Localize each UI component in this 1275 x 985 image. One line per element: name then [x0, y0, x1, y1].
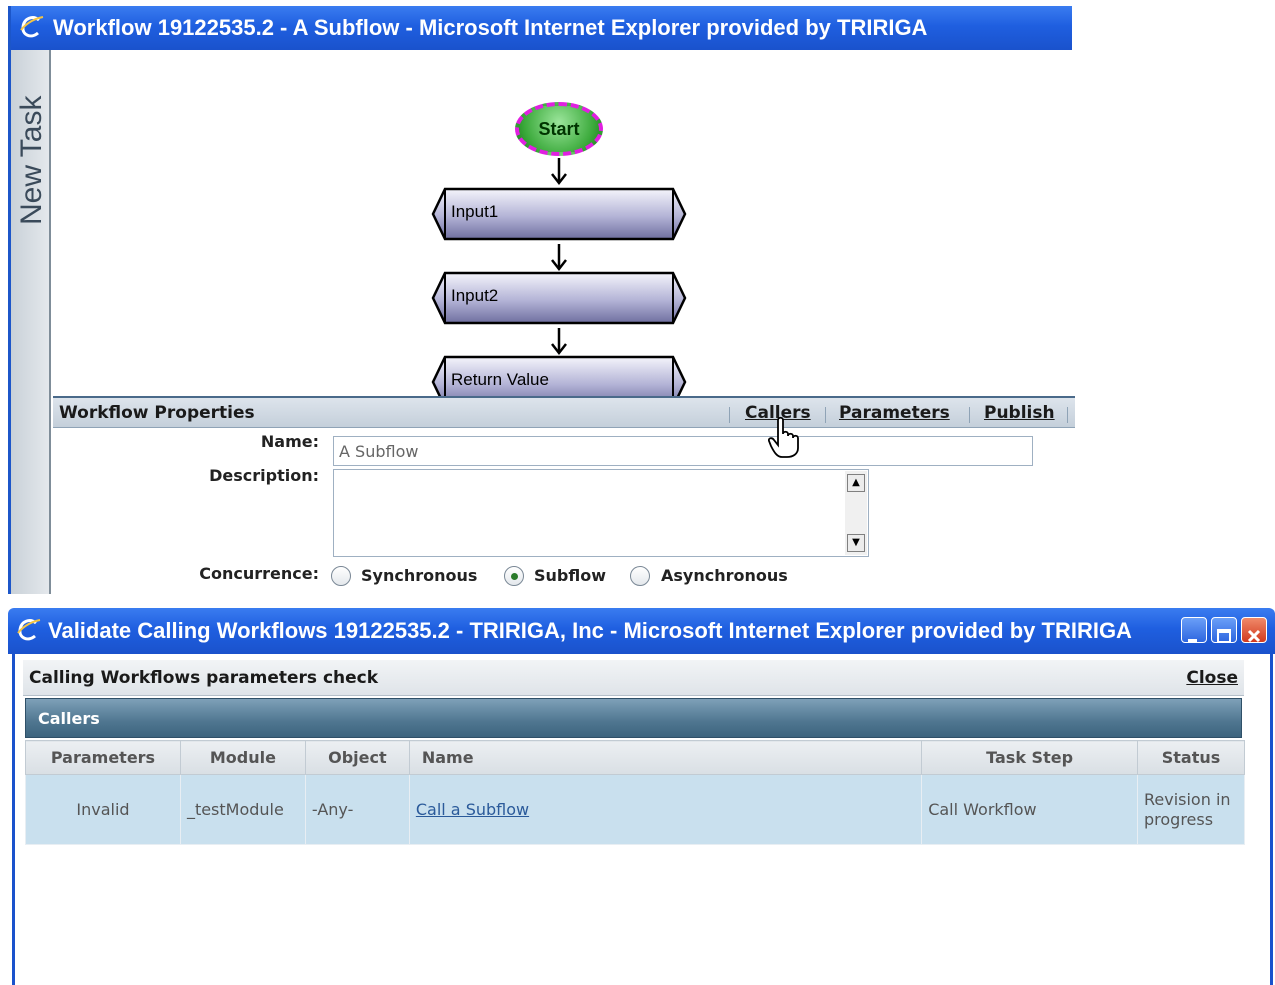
arrow-down-icon — [551, 328, 567, 356]
arrow-down-icon — [551, 158, 567, 186]
description-scrollbar[interactable]: ▲ ▼ — [845, 471, 867, 555]
link-separator — [969, 407, 970, 423]
asynchronous-radio[interactable] — [630, 566, 650, 586]
column-header-object[interactable]: Object — [304, 740, 410, 775]
cell-status: Revision in progress — [1136, 774, 1246, 845]
workflow-window: Workflow 19122535.2 - A Subflow - Micros… — [8, 6, 1075, 594]
callers-section-bar: Callers — [25, 698, 1242, 738]
column-header-module[interactable]: Module — [179, 740, 306, 775]
parameters-link[interactable]: Parameters — [839, 403, 950, 423]
validate-window-titlebar[interactable]: Validate Calling Workflows 19122535.2 - … — [8, 608, 1275, 654]
workflow-step-return-value[interactable]: Return Value — [431, 354, 687, 396]
description-textarea[interactable]: ▲ ▼ — [333, 469, 869, 557]
maximize-icon[interactable] — [1211, 617, 1237, 643]
workflow-properties-title: Workflow Properties — [59, 403, 255, 423]
cell-parameters: Invalid — [25, 774, 181, 845]
workflow-window-title: Workflow 19122535.2 - A Subflow - Micros… — [53, 15, 928, 40]
workflow-step-input1[interactable]: Input1 — [431, 186, 687, 242]
callers-table: Parameters Module Object Name Task Step … — [25, 740, 1246, 845]
table-header-row: Parameters Module Object Name Task Step … — [25, 740, 1246, 775]
name-label: Name: — [260, 432, 319, 451]
scroll-up-icon[interactable]: ▲ — [847, 474, 865, 492]
concurrence-radio-group: Synchronous Subflow Asynchronous — [11, 564, 1075, 592]
subflow-radio-label[interactable]: Subflow — [534, 566, 606, 585]
cell-task-step: Call Workflow — [921, 774, 1138, 845]
workflow-properties-header: Workflow Properties Callers Parameters P… — [53, 396, 1075, 428]
synchronous-radio[interactable] — [331, 566, 351, 586]
step-label: Input1 — [451, 202, 499, 221]
validate-window-body: Calling Workflows parameters check Close… — [12, 654, 1273, 985]
check-header: Calling Workflows parameters check Close — [23, 660, 1244, 696]
callers-section-title: Callers — [38, 709, 100, 728]
column-header-name[interactable]: Name — [408, 740, 923, 775]
scroll-down-icon[interactable]: ▼ — [847, 534, 865, 552]
step-label: Return Value — [451, 370, 549, 389]
new-task-tab[interactable]: New Task — [11, 50, 51, 594]
workflow-window-titlebar[interactable]: Workflow 19122535.2 - A Subflow - Micros… — [11, 6, 1072, 50]
internet-explorer-icon — [20, 16, 44, 38]
workflow-name-link[interactable]: Call a Subflow — [416, 800, 529, 819]
hand-cursor-icon — [768, 416, 799, 458]
link-separator — [825, 407, 826, 423]
cell-name: Call a Subflow — [408, 774, 923, 845]
subflow-radio[interactable] — [504, 566, 524, 586]
link-separator — [1067, 407, 1068, 423]
validate-window: Validate Calling Workflows 19122535.2 - … — [8, 608, 1275, 985]
minimize-icon[interactable] — [1181, 617, 1207, 643]
workflow-step-input2[interactable]: Input2 — [431, 270, 687, 326]
step-label: Input2 — [451, 286, 499, 305]
name-input[interactable] — [333, 436, 1033, 466]
column-header-status[interactable]: Status — [1136, 740, 1246, 775]
asynchronous-radio-label[interactable]: Asynchronous — [661, 566, 788, 585]
new-task-tab-label: New Task — [15, 95, 48, 226]
close-window-icon[interactable] — [1241, 617, 1267, 643]
description-label: Description: — [209, 466, 319, 485]
validate-window-title: Validate Calling Workflows 19122535.2 - … — [48, 618, 1132, 643]
cell-module: _testModule — [179, 774, 306, 845]
column-header-parameters[interactable]: Parameters — [25, 740, 181, 775]
publish-link[interactable]: Publish — [984, 403, 1055, 423]
start-node[interactable]: Start — [515, 102, 603, 156]
close-link[interactable]: Close — [1186, 668, 1238, 688]
link-separator — [729, 407, 730, 423]
synchronous-radio-label[interactable]: Synchronous — [361, 566, 477, 585]
arrow-down-icon — [551, 244, 567, 272]
internet-explorer-icon — [17, 619, 41, 641]
window-controls — [1181, 617, 1271, 645]
cell-object: -Any- — [304, 774, 410, 845]
check-title: Calling Workflows parameters check — [29, 668, 379, 688]
column-header-task-step[interactable]: Task Step — [921, 740, 1138, 775]
workflow-diagram-canvas: Start Input1 Input2 Return Value — [53, 50, 1072, 396]
table-row[interactable]: Invalid _testModule -Any- Call a Subflow… — [25, 774, 1246, 845]
